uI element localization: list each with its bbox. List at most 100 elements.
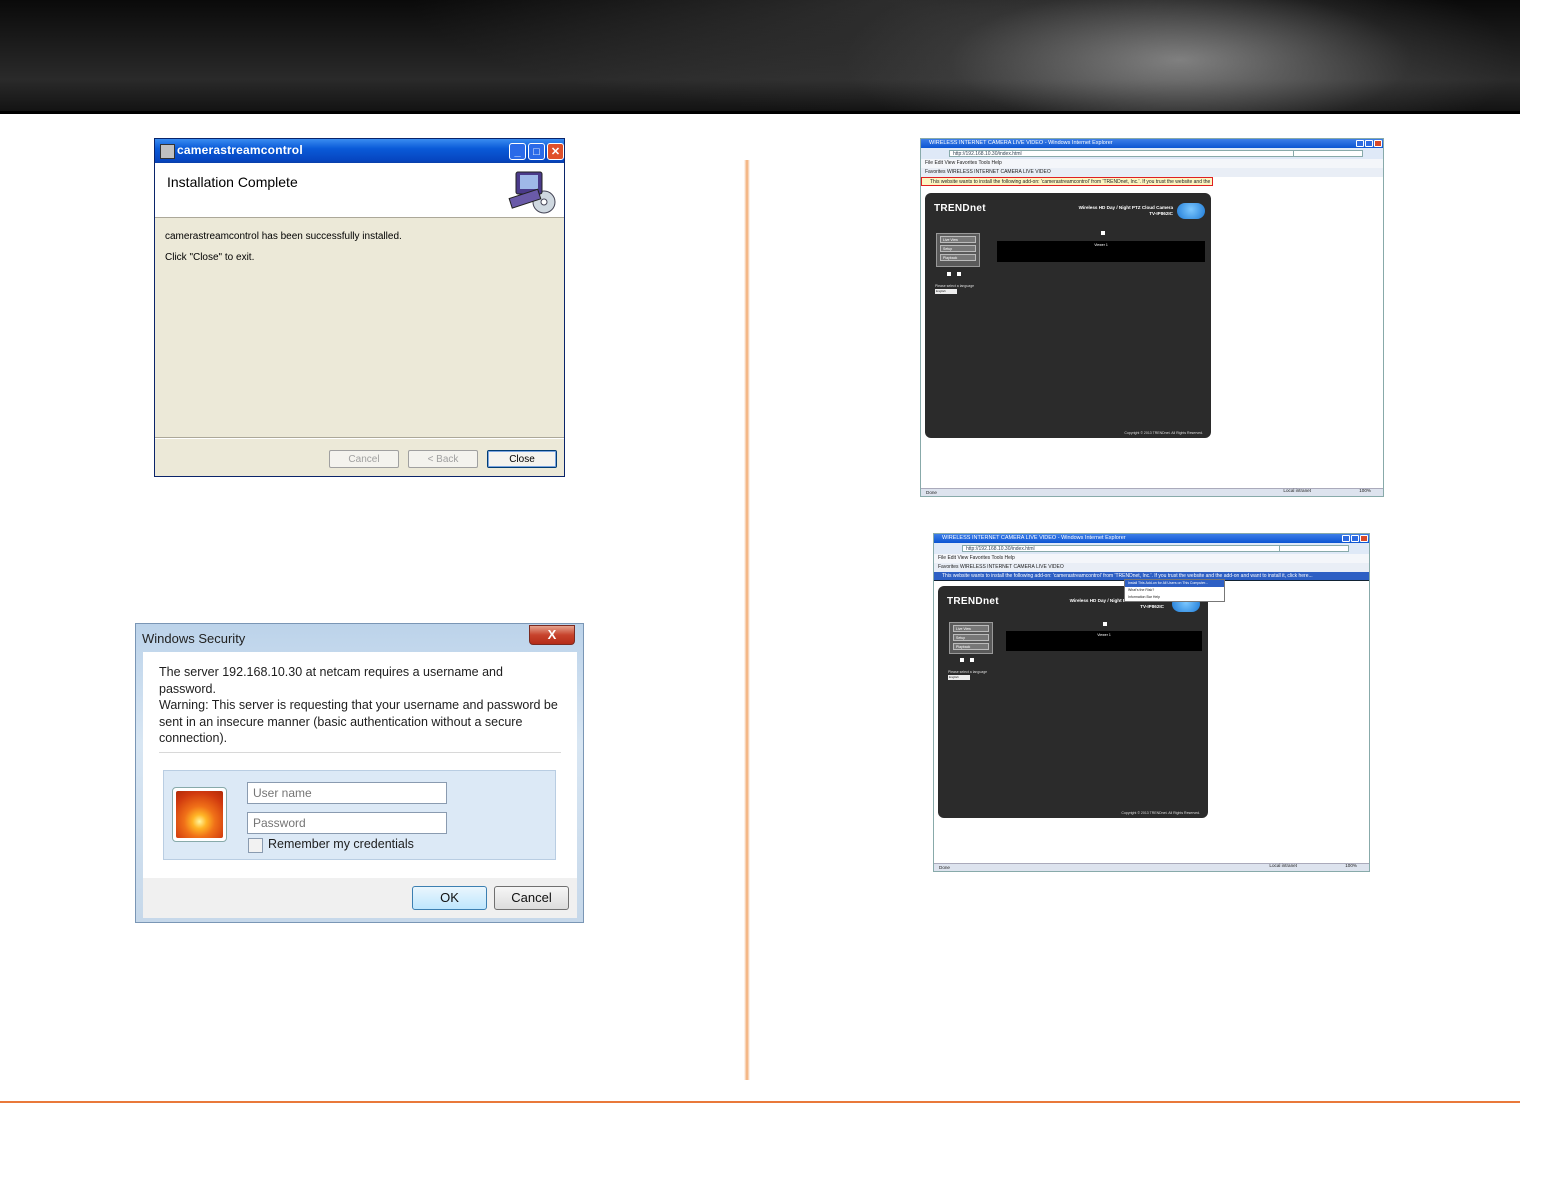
ie2-snapshot-icon[interactable]	[960, 658, 964, 662]
header-banner	[0, 0, 1520, 114]
ie1-stop-icon[interactable]	[1101, 231, 1105, 235]
installer-titlebar: camerastreamcontrol _ □ ✕	[155, 139, 564, 163]
install-success-message: camerastreamcontrol has been successfull…	[165, 231, 402, 242]
ie1-zoom[interactable]: 100%	[1359, 487, 1371, 495]
whats-the-risk-item[interactable]: What's the Risk?	[1125, 587, 1224, 594]
close-window-button[interactable]: ✕	[547, 143, 564, 160]
credential-tile: Remember my credentials	[163, 770, 556, 860]
installer-separator	[155, 437, 564, 439]
security-cancel-button[interactable]: Cancel	[494, 886, 569, 910]
ie2-maximize-button[interactable]	[1351, 535, 1359, 542]
ie1-playback-button[interactable]: Playback	[940, 254, 976, 261]
ie2-setup-button[interactable]: Setup	[953, 634, 989, 641]
ie2-video-label: Viewer 1	[1097, 633, 1111, 637]
ie2-context-menu: Install This Add-on for All Users on Thi…	[1124, 579, 1225, 602]
ie1-titlebar: WIRELESS INTERNET CAMERA LIVE VIDEO - Wi…	[921, 139, 1383, 148]
ie1-snapshot-icon[interactable]	[947, 272, 951, 276]
ie2-stop-icon[interactable]	[1103, 622, 1107, 626]
ie2-title: WIRELESS INTERNET CAMERA LIVE VIDEO - Wi…	[942, 535, 1126, 541]
user-avatar	[172, 787, 227, 842]
ie1-status-text: Done	[926, 490, 937, 495]
ie2-copyright: Copyright © 2013 TRENDnet. All Rights Re…	[1121, 811, 1200, 815]
cancel-button[interactable]: Cancel	[329, 450, 399, 468]
ie2-language-select[interactable]: English	[948, 675, 970, 680]
ie1-product-name: Wireless HD Day / Night PTZ Cloud Camera…	[1079, 205, 1173, 217]
ie1-minimize-button[interactable]	[1356, 140, 1364, 147]
windows-security-dialog: Windows Security X The server 192.168.10…	[135, 623, 584, 923]
maximize-button[interactable]: □	[528, 143, 545, 160]
security-close-button[interactable]: X	[529, 625, 575, 645]
ie2-status-bar: Done Local intranet 100%	[934, 863, 1369, 871]
ie1-menu-bar[interactable]: File Edit View Favorites Tools Help	[921, 159, 1383, 168]
ie2-favorites-bar[interactable]: Favorites WIRELESS INTERNET CAMERA LIVE …	[934, 563, 1369, 572]
ie1-status-bar: Done Local intranet 100%	[921, 488, 1383, 496]
ie1-information-bar[interactable]: This website wants to install the follow…	[921, 177, 1213, 186]
ok-button[interactable]: OK	[412, 886, 487, 910]
ie2-video-area: Viewer 1	[1006, 631, 1202, 651]
ie1-record-icon[interactable]	[957, 272, 961, 276]
ie1-language-select[interactable]: English	[935, 289, 957, 294]
footer-line	[0, 1101, 1520, 1103]
ie1-language-label: Please select a language	[935, 284, 975, 288]
ie1-zone: Local intranet	[1283, 488, 1311, 493]
ie1-product-model: TV-IP862IC	[1149, 211, 1173, 216]
ie2-record-icon[interactable]	[970, 658, 974, 662]
installer-dialog: camerastreamcontrol _ □ ✕ Installation C…	[154, 138, 565, 477]
ie2-close-button[interactable]	[1360, 535, 1368, 542]
ie2-zone: Local intranet	[1269, 863, 1297, 868]
ie2-camera-app: TRENDnet Wireless HD Day / Night PTZ Clo…	[938, 586, 1208, 818]
ie1-video-area: Viewer 1	[997, 241, 1205, 262]
server-auth-message: The server 192.168.10.30 at netcam requi…	[159, 665, 503, 696]
ie-window-2: WIRELESS INTERNET CAMERA LIVE VIDEO - Wi…	[933, 533, 1370, 872]
ie2-minimize-button[interactable]	[1342, 535, 1350, 542]
installer-heading: Installation Complete	[167, 174, 298, 190]
ie2-trendnet-logo: TRENDnet	[947, 596, 999, 607]
installer-header: Installation Complete	[155, 163, 564, 218]
insecure-warning: Warning: This server is requesting that …	[159, 698, 558, 745]
ie1-copyright: Copyright © 2013 TRENDnet. All Rights Re…	[1124, 431, 1203, 435]
ie1-address-bar: http://192.168.10.30/index.html	[921, 148, 1383, 159]
security-body: The server 192.168.10.30 at netcam requi…	[143, 652, 577, 878]
ie1-url-field[interactable]: http://192.168.10.30/index.html	[949, 150, 1299, 157]
back-button[interactable]: < Back	[408, 450, 478, 468]
minimize-button[interactable]: _	[509, 143, 526, 160]
information-bar-help-item[interactable]: Information Bar Help	[1125, 594, 1224, 601]
ie1-search-box[interactable]	[1293, 150, 1363, 157]
remember-credentials-checkbox[interactable]	[248, 838, 263, 853]
installer-title: camerastreamcontrol	[177, 143, 303, 157]
ie2-live-view-button[interactable]: Live View	[953, 625, 989, 632]
ie1-setup-button[interactable]: Setup	[940, 245, 976, 252]
remember-credentials-label: Remember my credentials	[268, 837, 414, 851]
security-title: Windows Security	[142, 631, 246, 646]
install-for-all-users-item[interactable]: Install This Add-on for All Users on Thi…	[1125, 580, 1224, 587]
password-input[interactable]	[247, 812, 447, 834]
username-input[interactable]	[247, 782, 447, 804]
ie1-side-menu: Live View Setup Playback	[936, 233, 980, 267]
ie1-cloud-icon	[1177, 203, 1205, 219]
ie1-close-button[interactable]	[1374, 140, 1382, 147]
ie1-maximize-button[interactable]	[1365, 140, 1373, 147]
ie2-playback-button[interactable]: Playback	[953, 643, 989, 650]
column-divider	[744, 160, 750, 1080]
ie-window-1: WIRELESS INTERNET CAMERA LIVE VIDEO - Wi…	[920, 138, 1384, 497]
ie2-product-model: TV-IP862IC	[1140, 604, 1164, 609]
ie2-search-box[interactable]	[1279, 545, 1349, 552]
close-button[interactable]: Close	[487, 450, 557, 468]
ie2-zoom[interactable]: 100%	[1345, 862, 1357, 870]
ie2-titlebar: WIRELESS INTERNET CAMERA LIVE VIDEO - Wi…	[934, 534, 1369, 543]
computer-cd-icon	[508, 171, 556, 214]
close-instruction: Click "Close" to exit.	[165, 252, 255, 263]
security-separator	[159, 752, 561, 753]
installer-app-icon	[160, 144, 175, 159]
ie1-favorites-bar[interactable]: Favorites WIRELESS INTERNET CAMERA LIVE …	[921, 168, 1383, 177]
ie2-status-text: Done	[939, 865, 950, 870]
ie2-address-bar: http://192.168.10.30/index.html	[934, 543, 1369, 554]
ie1-live-view-button[interactable]: Live View	[940, 236, 976, 243]
ie1-camera-app: TRENDnet Wireless HD Day / Night PTZ Clo…	[925, 193, 1211, 438]
ie1-video-label: Viewer 1	[1094, 243, 1108, 247]
ie2-side-menu: Live View Setup Playback	[949, 622, 993, 654]
ie2-menu-bar[interactable]: File Edit View Favorites Tools Help	[934, 554, 1369, 563]
ie2-url-field[interactable]: http://192.168.10.30/index.html	[962, 545, 1282, 552]
ie1-title: WIRELESS INTERNET CAMERA LIVE VIDEO - Wi…	[929, 140, 1113, 146]
ie1-trendnet-logo: TRENDnet	[934, 203, 986, 214]
